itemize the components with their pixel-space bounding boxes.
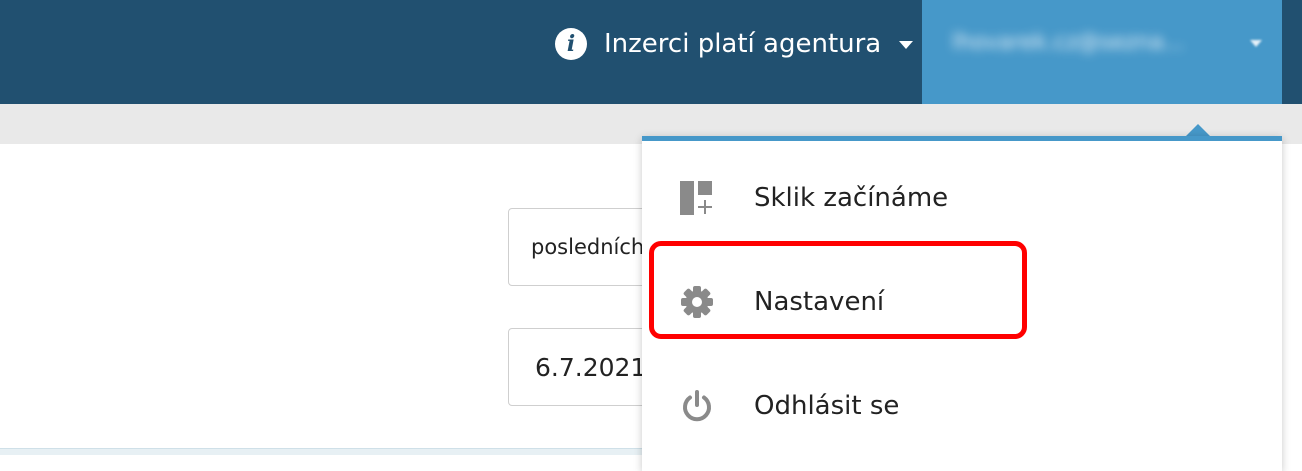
period-select[interactable]: posledních bbox=[508, 208, 658, 286]
menu-item-label: Nastavení bbox=[754, 287, 885, 317]
date-field[interactable]: 6.7.2021 bbox=[508, 328, 658, 406]
menu-item-label: Odhlásit se bbox=[754, 391, 900, 421]
menu-item-sklik-zaciname[interactable]: Sklik začínáme bbox=[642, 146, 1282, 250]
top-header: i Inzerci platí agentura lhovarek.cz@sez… bbox=[0, 0, 1302, 104]
agency-label: Inzerci platí agentura bbox=[604, 29, 882, 59]
caret-down-icon bbox=[1250, 40, 1262, 47]
dashboard-add-icon bbox=[680, 181, 714, 215]
agency-dropdown[interactable]: i Inzerci platí agentura bbox=[555, 0, 914, 88]
menu-item-odhlasit-se[interactable]: Odhlásit se bbox=[642, 354, 1282, 458]
gear-icon bbox=[680, 285, 714, 319]
info-icon: i bbox=[555, 28, 587, 60]
account-email: lhovarek.cz@sezna... bbox=[952, 30, 1185, 55]
caret-down-icon bbox=[899, 41, 914, 49]
menu-item-nastaveni[interactable]: Nastavení bbox=[642, 250, 1282, 354]
menu-item-label: Sklik začínáme bbox=[754, 183, 949, 213]
account-dropdown[interactable]: lhovarek.cz@sezna... bbox=[922, 0, 1282, 104]
power-icon bbox=[680, 389, 714, 423]
account-menu: Sklik začínáme Nastavení Odhlásit se bbox=[642, 136, 1282, 471]
